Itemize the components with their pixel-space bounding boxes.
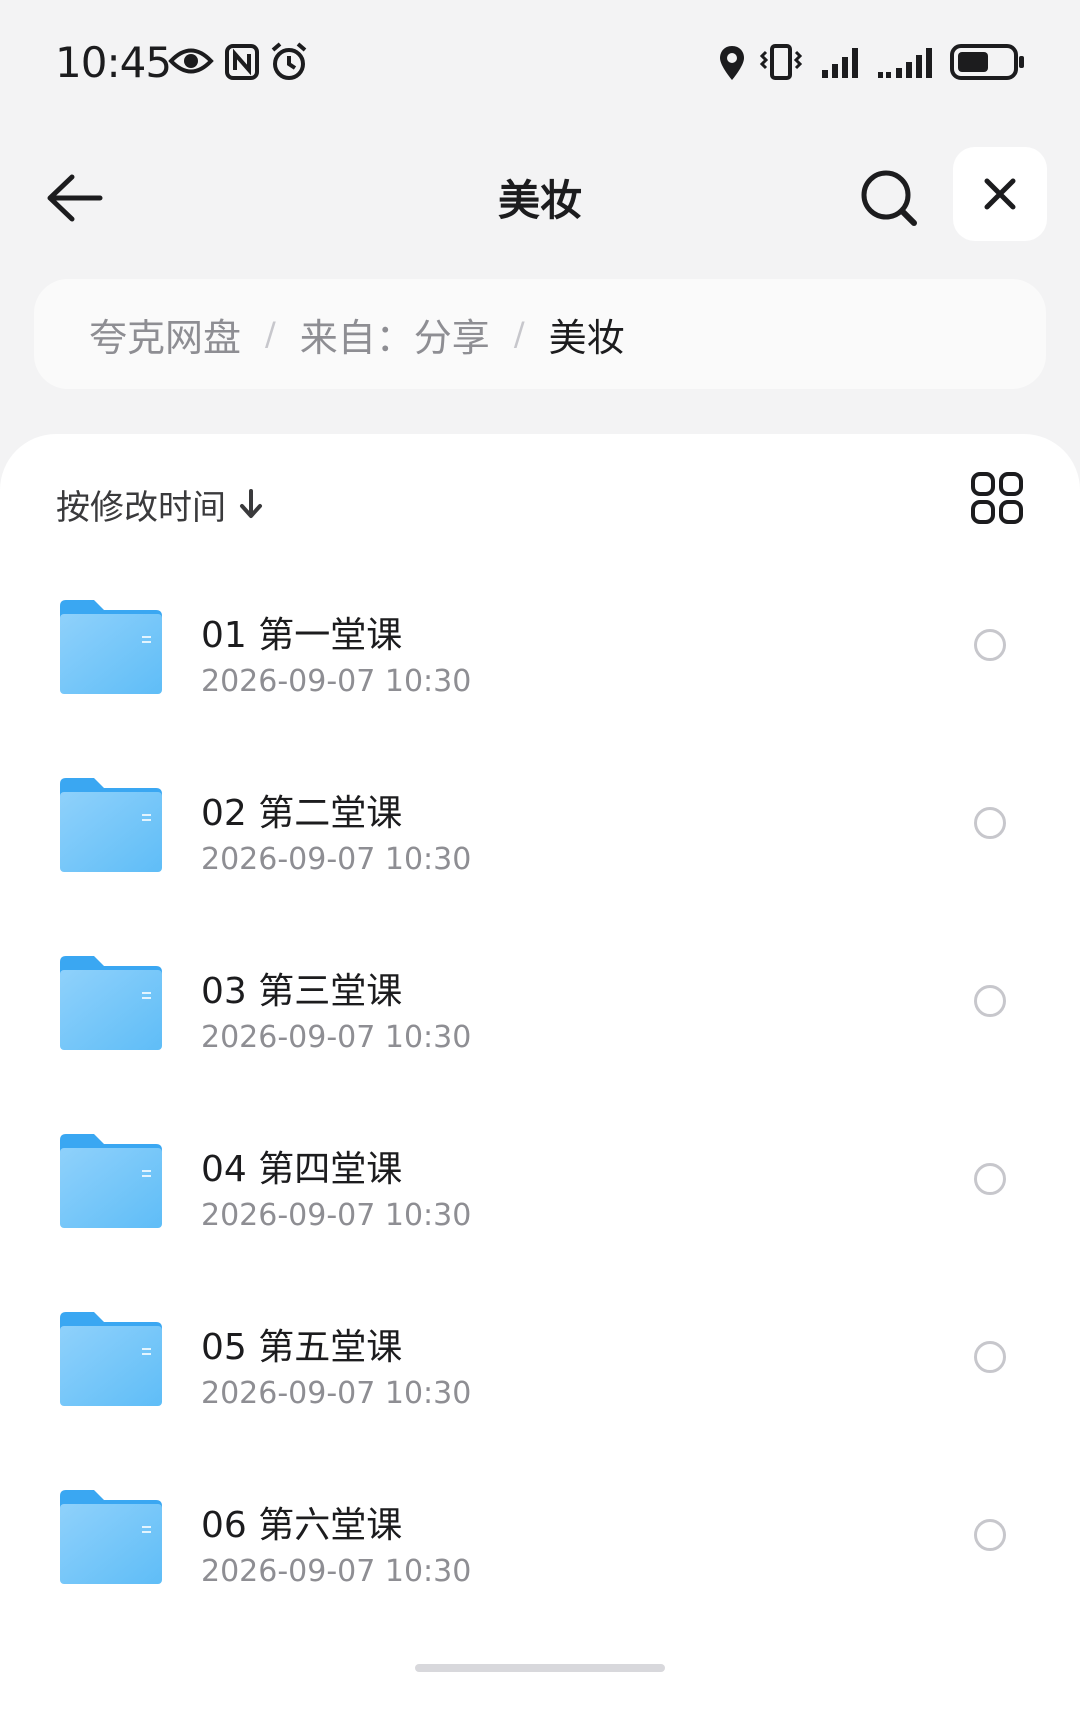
folder-icon [60, 1134, 162, 1228]
file-name: 05 第五堂课 [201, 1327, 403, 1368]
search-icon [861, 170, 917, 226]
select-radio[interactable] [974, 1519, 1006, 1551]
file-date: 2026-09-07 10:30 [201, 1020, 472, 1055]
select-radio[interactable] [974, 985, 1006, 1017]
file-date: 2026-09-07 10:30 [201, 842, 472, 877]
signal-icon [878, 48, 932, 78]
file-date: 2026-09-07 10:30 [201, 664, 472, 699]
file-date: 2026-09-07 10:30 [201, 1554, 472, 1589]
file-name: 01 第一堂课 [201, 615, 403, 656]
header: 美妆 [0, 125, 1080, 265]
file-date: 2026-09-07 10:30 [201, 1376, 472, 1411]
file-row[interactable]: 02 第二堂课 2026-09-07 10:30 [0, 734, 1080, 912]
battery-icon [950, 44, 1024, 80]
arrow-down-icon [238, 488, 264, 520]
folder-icon [60, 778, 162, 872]
vibrate-icon [759, 44, 803, 80]
file-row[interactable]: 04 第四堂课 2026-09-07 10:30 [0, 1090, 1080, 1268]
status-time: 10:45 [55, 38, 172, 87]
home-indicator [415, 1664, 665, 1672]
breadcrumb-separator: / [265, 315, 276, 353]
folder-icon [60, 600, 162, 694]
nfc-icon [225, 44, 259, 80]
file-name: 04 第四堂课 [201, 1149, 403, 1190]
file-row[interactable]: 03 第三堂课 2026-09-07 10:30 [0, 912, 1080, 1090]
folder-icon [60, 1490, 162, 1584]
select-radio[interactable] [974, 1341, 1006, 1373]
file-row[interactable]: 05 第五堂课 2026-09-07 10:30 [0, 1268, 1080, 1446]
breadcrumb-item-shared[interactable]: 来自：分享 [300, 307, 490, 362]
file-row[interactable]: 01 第一堂课 2026-09-07 10:30 [0, 556, 1080, 734]
breadcrumb-item-current: 美妆 [548, 315, 625, 360]
status-bar: 10:45 [0, 0, 1080, 125]
location-icon [720, 46, 744, 80]
sort-button[interactable]: 按修改时间 [56, 474, 264, 534]
file-row[interactable]: 06 第六堂课 2026-09-07 10:30 [0, 1446, 1080, 1624]
select-radio[interactable] [974, 629, 1006, 661]
breadcrumb-separator: / [513, 315, 525, 353]
eye-icon [168, 48, 214, 74]
file-date: 2026-09-07 10:30 [201, 1198, 472, 1233]
file-list-panel: 按修改时间 01 第一堂课 2026-09-07 10:30 02 第二堂课 2… [0, 434, 1080, 1734]
file-name: 06 第六堂课 [201, 1505, 403, 1546]
close-icon [984, 178, 1016, 210]
search-button[interactable] [856, 165, 922, 231]
select-radio[interactable] [974, 807, 1006, 839]
file-name: 03 第三堂课 [201, 971, 403, 1012]
alarm-icon [271, 42, 307, 80]
file-list: 01 第一堂课 2026-09-07 10:30 02 第二堂课 2026-09… [0, 556, 1080, 1624]
folder-icon [60, 956, 162, 1050]
sort-label: 按修改时间 [56, 487, 226, 528]
grid-view-toggle[interactable] [970, 471, 1024, 525]
signal-icon [822, 48, 858, 78]
close-button[interactable] [953, 147, 1047, 241]
breadcrumb: 夸克网盘 / 来自：分享 / 美妆 [34, 279, 1046, 389]
grid-view-icon [971, 472, 1023, 524]
folder-icon [60, 1312, 162, 1406]
select-radio[interactable] [974, 1163, 1006, 1195]
breadcrumb-item-root[interactable]: 夸克网盘 [89, 307, 241, 362]
file-name: 02 第二堂课 [201, 793, 403, 834]
